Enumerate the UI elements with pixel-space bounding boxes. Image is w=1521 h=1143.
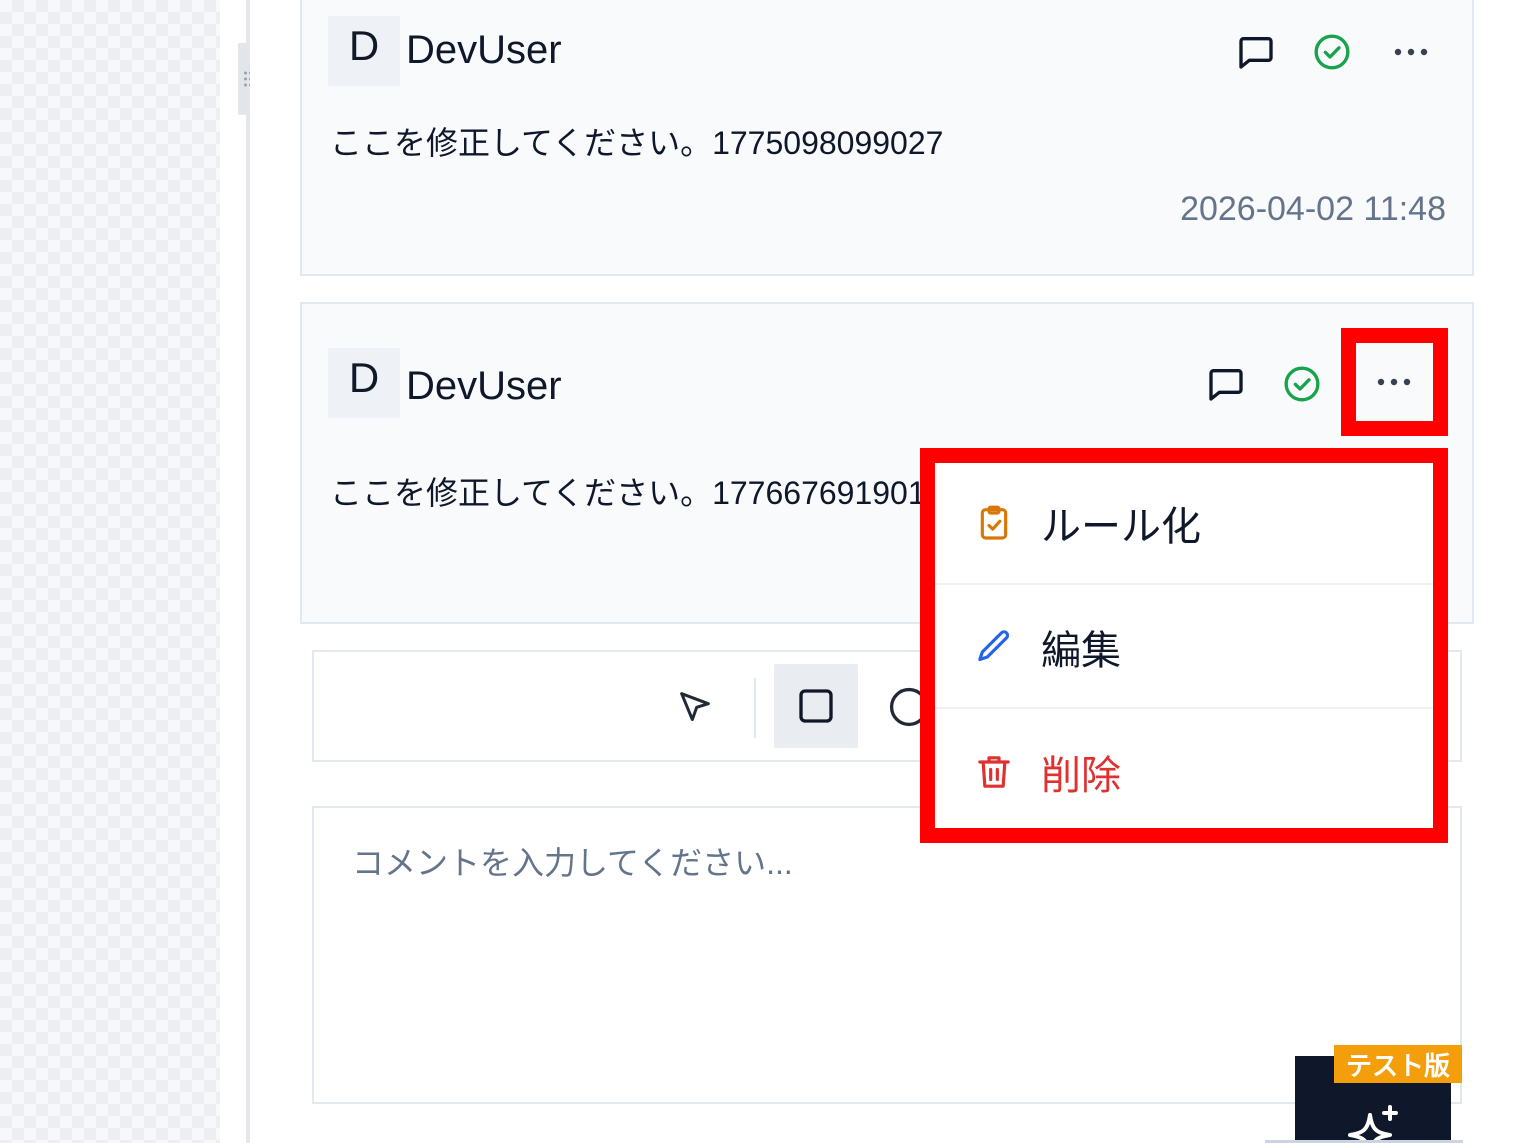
select-tool-button[interactable] xyxy=(670,682,720,732)
clipboard-check-icon xyxy=(973,502,1015,544)
comment-timestamp: 2026-04-02 11:48 xyxy=(1180,190,1446,228)
comment-body: ここを修正してください。177667691901 xyxy=(330,475,926,511)
canvas-area xyxy=(0,0,220,1143)
sparkle-icon xyxy=(1348,1105,1398,1143)
menu-item-label: ルール化 xyxy=(1041,505,1201,549)
check-circle-icon xyxy=(1314,34,1350,70)
avatar: D xyxy=(328,348,400,418)
comment-author: DevUser xyxy=(406,364,562,408)
comment-body: ここを修正してください。1775098099027 xyxy=(330,125,944,161)
comment-author: DevUser xyxy=(406,28,562,72)
resolve-button[interactable] xyxy=(1308,28,1356,76)
rectangle-icon xyxy=(799,689,833,723)
menu-item-delete[interactable]: 削除 xyxy=(935,711,1433,833)
menu-item-label: 削除 xyxy=(1041,754,1121,798)
cursor-icon xyxy=(680,692,710,721)
avatar: D xyxy=(328,16,400,86)
pencil-icon xyxy=(973,626,1015,668)
comment-input[interactable] xyxy=(312,806,1462,1104)
trash-icon xyxy=(973,751,1015,793)
beta-badge: テスト版 xyxy=(1334,1045,1462,1083)
context-menu: ルール化 編集 削除 xyxy=(920,448,1448,843)
resolve-button[interactable] xyxy=(1278,360,1326,408)
menu-item-make-rule[interactable]: ルール化 xyxy=(935,463,1433,585)
reply-button[interactable] xyxy=(1232,28,1280,76)
toolbar-separator xyxy=(754,678,756,738)
message-square-icon xyxy=(1239,37,1273,69)
avatar-initial: D xyxy=(348,354,380,401)
menu-item-label: 編集 xyxy=(1041,629,1121,673)
check-circle-icon xyxy=(1284,366,1320,402)
ellipsis-icon xyxy=(1377,378,1411,386)
message-square-icon xyxy=(1209,369,1243,401)
rectangle-tool-button[interactable] xyxy=(774,664,858,748)
more-options-button-highlighted[interactable] xyxy=(1341,328,1448,436)
avatar-initial: D xyxy=(348,22,380,69)
menu-item-edit[interactable]: 編集 xyxy=(935,587,1433,709)
more-options-button[interactable] xyxy=(1386,28,1436,76)
comment-card: D DevUser ここを修正してください。1775098099027 2026… xyxy=(300,0,1474,276)
canvas-edge xyxy=(220,0,246,1143)
reply-button[interactable] xyxy=(1202,360,1250,408)
ellipsis-icon xyxy=(1394,48,1428,56)
